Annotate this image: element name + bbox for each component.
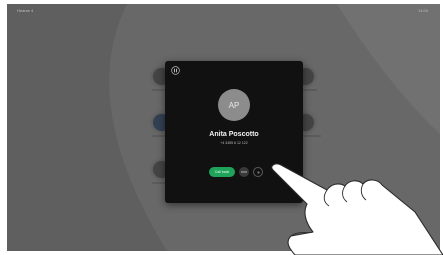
call-back-label: Call back: [214, 170, 230, 174]
contact-number: +4 3455 6 12 122: [220, 141, 248, 145]
call-back-button[interactable]: Call back: [209, 167, 235, 177]
record-button[interactable]: [253, 167, 263, 177]
more-button[interactable]: [239, 167, 249, 177]
pause-icon[interactable]: [171, 66, 180, 75]
avatar: AP: [218, 89, 250, 121]
hand-icon: [271, 163, 443, 255]
record-icon: [256, 170, 260, 174]
contact-name: Anita Poscotto: [209, 131, 259, 138]
more-icon: [241, 171, 247, 173]
